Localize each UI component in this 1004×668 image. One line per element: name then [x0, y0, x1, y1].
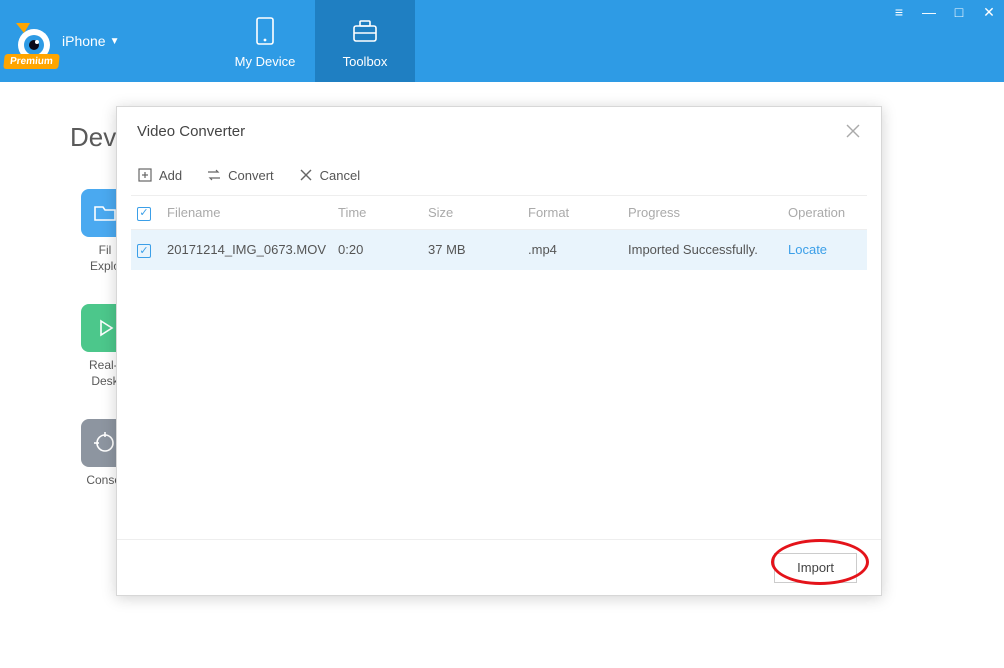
add-label: Add — [159, 168, 182, 183]
dialog-title: Video Converter — [137, 123, 245, 140]
dialog-footer: Import — [117, 539, 881, 595]
chevron-down-icon: ▼ — [110, 36, 120, 47]
device-selector[interactable]: iPhone ▼ — [62, 33, 120, 49]
cancel-button[interactable]: Cancel — [298, 167, 360, 183]
table-row[interactable]: ✓ 20171214_IMG_0673.MOV 0:20 37 MB .mp4 … — [131, 230, 867, 270]
dialog-toolbar: Add Convert Cancel — [117, 155, 881, 195]
logo-area: iPhone ▼ Premium — [0, 0, 215, 82]
locate-link[interactable]: Locate — [788, 242, 827, 257]
tab-toolbox[interactable]: Toolbox — [315, 0, 415, 82]
col-time: Time — [332, 196, 422, 230]
select-all-checkbox[interactable]: ✓ — [137, 207, 151, 221]
file-table-wrap: ✓ Filename Time Size Format Progress Ope… — [117, 195, 881, 539]
toolbox-icon — [348, 14, 382, 48]
cancel-icon — [298, 167, 314, 183]
convert-button[interactable]: Convert — [206, 167, 274, 183]
minimize-icon[interactable]: — — [920, 4, 938, 21]
table-header-row: ✓ Filename Time Size Format Progress Ope… — [131, 196, 867, 230]
col-operation: Operation — [782, 196, 867, 230]
nav-tabs: My Device Toolbox — [215, 0, 415, 82]
cell-progress: Imported Successfully. — [622, 230, 782, 270]
window-controls: ≡ — □ ✕ — [890, 4, 998, 21]
video-converter-dialog: Video Converter Add Convert Cancel — [116, 106, 882, 596]
col-filename: Filename — [161, 196, 332, 230]
file-table: ✓ Filename Time Size Format Progress Ope… — [131, 195, 867, 270]
tab-toolbox-label: Toolbox — [343, 54, 388, 69]
premium-badge: Premium — [3, 54, 59, 69]
cell-filename: 20171214_IMG_0673.MOV — [161, 230, 332, 270]
cell-format: .mp4 — [522, 230, 622, 270]
menu-icon[interactable]: ≡ — [890, 4, 908, 21]
cancel-label: Cancel — [320, 168, 360, 183]
tablet-icon — [248, 14, 282, 48]
tab-my-device-label: My Device — [235, 54, 296, 69]
convert-icon — [206, 167, 222, 183]
dialog-header: Video Converter — [117, 107, 881, 155]
add-button[interactable]: Add — [137, 167, 182, 183]
device-label: iPhone — [62, 33, 106, 49]
import-button[interactable]: Import — [774, 553, 857, 583]
close-app-icon[interactable]: ✕ — [980, 4, 998, 21]
cell-size: 37 MB — [422, 230, 522, 270]
col-format: Format — [522, 196, 622, 230]
maximize-icon[interactable]: □ — [950, 4, 968, 21]
plus-icon — [137, 167, 153, 183]
convert-label: Convert — [228, 168, 274, 183]
col-size: Size — [422, 196, 522, 230]
tab-my-device[interactable]: My Device — [215, 0, 315, 82]
app-header: iPhone ▼ Premium My Device Toolb — [0, 0, 1004, 82]
close-dialog-button[interactable] — [845, 123, 861, 139]
col-progress: Progress — [622, 196, 782, 230]
cell-time: 0:20 — [332, 230, 422, 270]
row-checkbox[interactable]: ✓ — [137, 244, 151, 258]
